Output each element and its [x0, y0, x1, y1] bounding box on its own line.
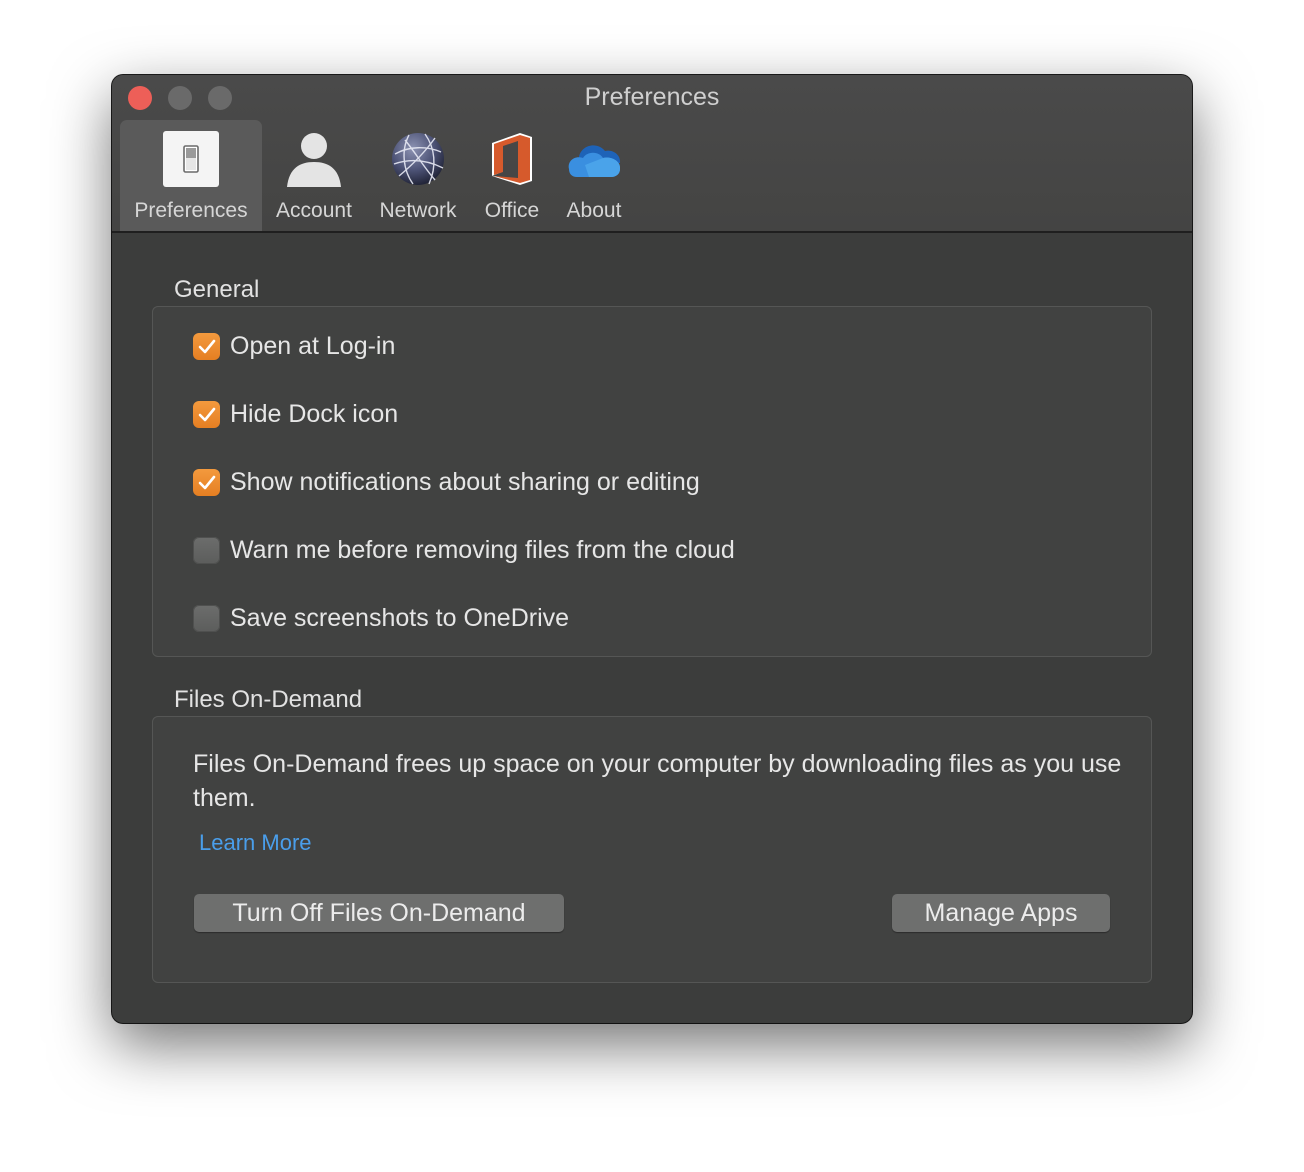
option-label: Warn me before removing files from the c…: [230, 536, 735, 564]
checkmark-icon: [198, 339, 215, 353]
general-options-box: Open at Log-in Hide Dock icon Show notif…: [152, 306, 1152, 657]
option-open-at-login[interactable]: Open at Log-in: [193, 332, 395, 361]
window-title: Preferences: [584, 83, 720, 111]
checkbox-checked[interactable]: [193, 333, 220, 360]
onedrive-cloud-icon: [564, 129, 624, 189]
checkmark-icon: [198, 475, 215, 489]
tab-label: Preferences: [134, 199, 248, 222]
option-save-screenshots[interactable]: Save screenshots to OneDrive: [193, 604, 569, 633]
tab-network[interactable]: Network: [366, 120, 470, 231]
general-section-title: General: [174, 276, 260, 303]
switch-icon: [161, 129, 221, 189]
globe-network-icon: [388, 129, 448, 189]
option-warn-before-removing[interactable]: Warn me before removing files from the c…: [193, 536, 735, 565]
office-logo-icon: [482, 129, 542, 189]
turn-off-files-on-demand-button[interactable]: Turn Off Files On-Demand: [194, 894, 564, 932]
checkbox-unchecked[interactable]: [193, 605, 220, 632]
tab-label: Network: [379, 199, 457, 222]
option-hide-dock-icon[interactable]: Hide Dock icon: [193, 400, 398, 429]
files-on-demand-description: Files On-Demand frees up space on your c…: [193, 750, 1122, 812]
tab-preferences[interactable]: Preferences: [120, 120, 262, 231]
checkbox-checked[interactable]: [193, 401, 220, 428]
option-label: Hide Dock icon: [230, 400, 399, 428]
preferences-toolbar: Preferences Account Network Office About: [120, 120, 634, 231]
tab-label: Account: [276, 199, 352, 222]
option-label: Open at Log-in: [230, 332, 396, 360]
preferences-content: General Open at Log-in Hide Dock icon Sh…: [112, 233, 1192, 1023]
files-on-demand-section-title: Files On-Demand: [174, 686, 363, 713]
option-show-notifications[interactable]: Show notifications about sharing or edit…: [193, 468, 700, 497]
option-label: Save screenshots to OneDrive: [230, 604, 570, 632]
tab-about[interactable]: About: [554, 120, 634, 231]
files-on-demand-box: Files On-Demand frees up space on your c…: [152, 716, 1152, 983]
learn-more-link[interactable]: Learn More: [199, 830, 312, 856]
title-bar: Preferences Preferences Account Network …: [112, 75, 1192, 233]
option-label: Show notifications about sharing or edit…: [230, 468, 700, 496]
checkbox-checked[interactable]: [193, 469, 220, 496]
tab-office[interactable]: Office: [470, 120, 554, 231]
preferences-window: Preferences Preferences Account Network …: [112, 75, 1192, 1023]
tab-label: About: [566, 199, 622, 222]
person-icon: [284, 129, 344, 189]
tab-account[interactable]: Account: [262, 120, 366, 231]
checkbox-unchecked[interactable]: [193, 537, 220, 564]
tab-label: Office: [484, 199, 540, 222]
manage-apps-button[interactable]: Manage Apps: [892, 894, 1110, 932]
checkmark-icon: [198, 407, 215, 421]
